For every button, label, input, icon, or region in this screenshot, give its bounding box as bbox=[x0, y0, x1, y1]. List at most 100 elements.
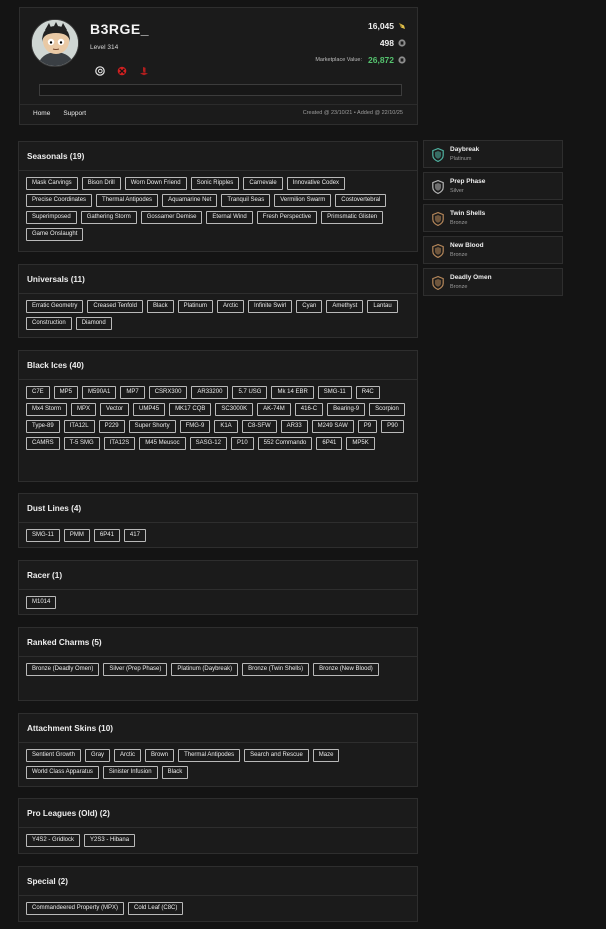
skin-tag[interactable]: Search and Rescue bbox=[244, 749, 309, 762]
skin-tag[interactable]: ITA12L bbox=[63, 420, 95, 433]
skin-tag[interactable]: MK17 CQB bbox=[169, 403, 212, 416]
skin-tag[interactable]: Amethyst bbox=[326, 300, 364, 313]
skin-tag[interactable]: Gray bbox=[85, 749, 111, 762]
skin-tag[interactable]: Gathering Storm bbox=[80, 211, 137, 224]
skin-tag[interactable]: Mk 14 EBR bbox=[271, 386, 314, 399]
skin-tag[interactable]: Bronze (Twin Shells) bbox=[242, 663, 310, 676]
skin-tag[interactable]: Precise Coordinates bbox=[26, 194, 93, 207]
nav-support[interactable]: Support bbox=[63, 110, 86, 117]
skin-tag[interactable]: K1A bbox=[214, 420, 238, 433]
skin-tag[interactable]: C7E bbox=[26, 386, 50, 399]
skin-tag[interactable]: Sentient Growth bbox=[26, 749, 82, 762]
skin-tag[interactable]: CAMRS bbox=[26, 437, 60, 450]
skin-tag[interactable]: 416-C bbox=[294, 403, 324, 416]
skin-tag[interactable]: Black bbox=[161, 766, 189, 779]
nav-home[interactable]: Home bbox=[33, 110, 50, 117]
skin-tag[interactable]: Vector bbox=[100, 403, 130, 416]
skin-tag[interactable]: M249 SAW bbox=[311, 420, 354, 433]
skin-tag[interactable]: Cold Leaf (C8C) bbox=[128, 902, 184, 915]
skin-tag[interactable]: Vermilion Swarm bbox=[274, 194, 332, 207]
skin-tag[interactable]: Carnevale bbox=[243, 177, 283, 190]
skin-tag[interactable]: MPX bbox=[71, 403, 97, 416]
skin-tag[interactable]: UMP45 bbox=[133, 403, 166, 416]
skin-tag[interactable]: Commandeered Property (MPX) bbox=[26, 902, 125, 915]
skin-tag[interactable]: Black bbox=[146, 300, 174, 313]
skin-tag[interactable]: Y2S3 - Hibana bbox=[84, 834, 136, 847]
skin-tag[interactable]: AK-74M bbox=[257, 403, 291, 416]
skin-tag[interactable]: Thermal Antipodes bbox=[96, 194, 159, 207]
skin-tag[interactable]: Platinum (Daybreak) bbox=[171, 663, 239, 676]
skin-tag[interactable]: Erratic Geometry bbox=[26, 300, 84, 313]
skin-tag[interactable]: 5.7 USG bbox=[232, 386, 268, 399]
skin-tag[interactable]: Aquamarine Net bbox=[162, 194, 218, 207]
skin-tag[interactable]: FMG-9 bbox=[179, 420, 211, 433]
playstation-icon[interactable] bbox=[139, 66, 149, 76]
skin-tag[interactable]: AR33 bbox=[280, 420, 308, 433]
skin-tag[interactable]: Mask Carvings bbox=[26, 177, 78, 190]
skin-tag[interactable]: Sinister Infusion bbox=[102, 766, 158, 779]
skin-tag[interactable]: Cyan bbox=[296, 300, 323, 313]
skin-tag[interactable]: Bronze (New Blood) bbox=[313, 663, 379, 676]
skin-tag[interactable]: Superimposed bbox=[26, 211, 77, 224]
skin-tag[interactable]: SASG-12 bbox=[189, 437, 227, 450]
skin-tag[interactable]: MP5 bbox=[53, 386, 79, 399]
charm-card[interactable]: New Blood Bronze bbox=[423, 236, 563, 264]
skin-tag[interactable]: Eternal Wind bbox=[206, 211, 253, 224]
skin-tag[interactable]: Bearing-9 bbox=[327, 403, 366, 416]
skin-tag[interactable]: P10 bbox=[230, 437, 254, 450]
skin-tag[interactable]: AR33200 bbox=[191, 386, 229, 399]
skin-tag[interactable]: PMM bbox=[63, 529, 90, 542]
xbox-icon[interactable] bbox=[117, 66, 127, 76]
skin-tag[interactable]: P90 bbox=[381, 420, 404, 433]
skin-tag[interactable]: Scorpion bbox=[369, 403, 405, 416]
skin-tag[interactable]: Bison Drill bbox=[81, 177, 121, 190]
skin-tag[interactable]: Maze bbox=[312, 749, 340, 762]
skin-tag[interactable]: M590A1 bbox=[82, 386, 117, 399]
skin-tag[interactable]: Primsmatic Glisten bbox=[321, 211, 384, 224]
skin-tag[interactable]: Y4S2 - Gridlock bbox=[26, 834, 81, 847]
skin-tag[interactable]: Arctic bbox=[114, 749, 142, 762]
skin-tag[interactable]: MP5K bbox=[346, 437, 375, 450]
skin-tag[interactable]: Creased Tenfold bbox=[87, 300, 143, 313]
skin-tag[interactable]: M1014 bbox=[26, 596, 57, 609]
charm-card[interactable]: Twin Shells Bronze bbox=[423, 204, 563, 232]
skin-tag[interactable]: SMG-11 bbox=[317, 386, 352, 399]
skin-tag[interactable]: Lantau bbox=[367, 300, 398, 313]
skin-tag[interactable]: Worn Down Friend bbox=[124, 177, 187, 190]
skin-tag[interactable]: Infinite Swirl bbox=[247, 300, 293, 313]
skin-tag[interactable]: Thermal Antipodes bbox=[178, 749, 241, 762]
skin-tag[interactable]: Diamond bbox=[75, 317, 112, 330]
skin-tag[interactable]: R4C bbox=[355, 386, 380, 399]
skin-tag[interactable]: Brown bbox=[145, 749, 175, 762]
skin-tag[interactable]: Arctic bbox=[216, 300, 244, 313]
skin-tag[interactable]: Game Onslaught bbox=[26, 228, 84, 241]
skin-tag[interactable]: C8-SFW bbox=[241, 420, 277, 433]
skin-tag[interactable]: World Class Apparatus bbox=[26, 766, 99, 779]
skin-tag[interactable]: Mx4 Storm bbox=[26, 403, 68, 416]
skin-tag[interactable]: Type-89 bbox=[26, 420, 60, 433]
skin-tag[interactable]: 6P41 bbox=[93, 529, 120, 542]
skin-tag[interactable]: P229 bbox=[98, 420, 125, 433]
skin-tag[interactable]: M45 Meusoc bbox=[139, 437, 186, 450]
skin-tag[interactable]: SMG-11 bbox=[26, 529, 60, 542]
skin-tag[interactable]: ITA12S bbox=[103, 437, 136, 450]
skin-tag[interactable]: Construction bbox=[26, 317, 72, 330]
charm-card[interactable]: Daybreak Platinum bbox=[423, 140, 563, 168]
skin-tag[interactable]: Gossamer Demise bbox=[140, 211, 203, 224]
skin-tag[interactable]: 417 bbox=[123, 529, 146, 542]
skin-tag[interactable]: Silver (Prep Phase) bbox=[103, 663, 168, 676]
skin-tag[interactable]: 6P41 bbox=[316, 437, 343, 450]
skin-tag[interactable]: 552 Commando bbox=[257, 437, 313, 450]
skin-tag[interactable]: MP7 bbox=[120, 386, 145, 399]
skin-tag[interactable]: Sonic Ripples bbox=[190, 177, 240, 190]
skin-tag[interactable]: CSRX300 bbox=[148, 386, 188, 399]
skin-tag[interactable]: T-5 SMG bbox=[63, 437, 100, 450]
ubisoft-icon[interactable] bbox=[95, 66, 105, 76]
skin-tag[interactable]: SC3000K bbox=[215, 403, 254, 416]
skin-tag[interactable]: Fresh Perspective bbox=[256, 211, 318, 224]
skin-tag[interactable]: Bronze (Deadly Omen) bbox=[26, 663, 100, 676]
charm-card[interactable]: Prep Phase Silver bbox=[423, 172, 563, 200]
skin-tag[interactable]: Innovative Codex bbox=[286, 177, 346, 190]
skin-tag[interactable]: Platinum bbox=[177, 300, 213, 313]
skin-tag[interactable]: Super Shorty bbox=[128, 420, 176, 433]
